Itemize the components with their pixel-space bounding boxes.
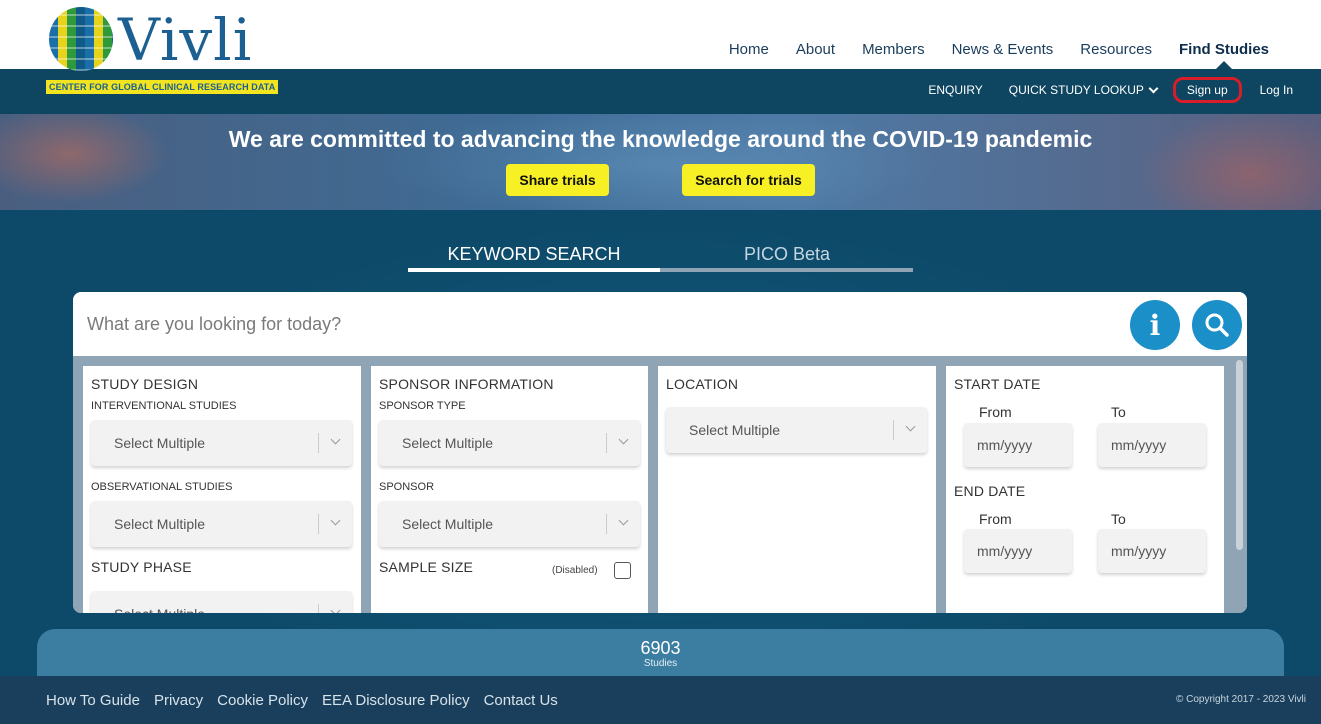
study-design-column: STUDY DESIGN INTERVENTIONAL STUDIES Sele…	[83, 366, 361, 613]
sample-size-checkbox[interactable]	[614, 562, 631, 579]
observational-label: OBSERVATIONAL STUDIES	[91, 481, 233, 493]
search-button[interactable]	[1192, 300, 1242, 350]
study-phase-heading: STUDY PHASE	[91, 559, 192, 575]
chevron-down-icon	[330, 515, 341, 526]
start-date-to-input[interactable]: mm/yyyy	[1098, 423, 1206, 467]
footer: How To Guide Privacy Cookie Policy EEA D…	[0, 676, 1321, 724]
main-nav: Home About Members News & Events Resourc…	[729, 41, 1269, 69]
location-column: LOCATION Select Multiple	[658, 366, 936, 613]
dates-column: START DATE From To mm/yyyy mm/yyyy END D…	[946, 366, 1224, 613]
covid-banner: We are committed to advancing the knowle…	[0, 114, 1321, 210]
chevron-down-icon	[1148, 83, 1159, 93]
info-button[interactable]: i	[1130, 300, 1180, 350]
enquiry-link[interactable]: ENQUIRY	[928, 83, 982, 97]
footer-cookie-policy[interactable]: Cookie Policy	[217, 692, 308, 709]
start-to-label: To	[1111, 404, 1126, 420]
select-separator	[893, 420, 894, 440]
sign-up-button[interactable]: Sign up	[1172, 77, 1242, 103]
globe-logo-icon	[49, 7, 113, 71]
sponsor-select-placeholder: Select Multiple	[402, 516, 494, 532]
nav-news-events[interactable]: News & Events	[952, 41, 1054, 58]
nav-home[interactable]: Home	[729, 41, 769, 58]
start-date-from-input[interactable]: mm/yyyy	[964, 423, 1072, 467]
sponsor-type-label: SPONSOR TYPE	[379, 400, 466, 412]
logo-tagline: CENTER FOR GLOBAL CLINICAL RESEARCH DATA	[46, 80, 279, 94]
select-separator	[606, 514, 607, 534]
active-tab-indicator	[408, 268, 660, 272]
search-card: i STUDY DESIGN INTERVENTIONAL STUDIES Se…	[73, 292, 1247, 613]
footer-privacy[interactable]: Privacy	[154, 692, 203, 709]
nav-members[interactable]: Members	[862, 41, 925, 58]
start-date-heading: START DATE	[954, 376, 1041, 392]
secondary-nav: ENQUIRY QUICK STUDY LOOKUP Sign up Log I…	[928, 77, 1293, 103]
tab-pico-beta[interactable]: PICO Beta	[661, 244, 913, 271]
nav-find-studies[interactable]: Find Studies	[1179, 41, 1269, 69]
banner-title: We are committed to advancing the knowle…	[228, 126, 1093, 152]
start-from-label: From	[979, 404, 1012, 420]
copyright: © Copyright 2017 - 2023 Vivli	[1175, 694, 1306, 705]
sponsor-information-heading: SPONSOR INFORMATION	[379, 376, 554, 392]
vivli-logo[interactable]: Vivli CENTER FOR GLOBAL CLINICAL RESEARC…	[46, 6, 279, 96]
study-phase-select-placeholder: Select Multiple	[114, 606, 205, 613]
select-separator	[606, 433, 607, 453]
chevron-down-icon	[330, 434, 341, 445]
location-heading: LOCATION	[666, 376, 739, 392]
quick-study-lookup-menu[interactable]: QUICK STUDY LOOKUP	[1008, 83, 1159, 97]
chevron-down-icon	[618, 434, 629, 445]
end-date-to-placeholder: mm/yyyy	[1111, 543, 1167, 559]
sponsor-label: SPONSOR	[379, 481, 435, 493]
end-date-heading: END DATE	[954, 483, 1026, 499]
study-count: 6903	[640, 638, 681, 658]
sponsor-type-select-placeholder: Select Multiple	[402, 435, 494, 451]
chevron-down-icon	[330, 605, 341, 613]
search-icon	[1205, 313, 1229, 337]
footer-links: How To Guide Privacy Cookie Policy EEA D…	[46, 692, 558, 709]
start-date-to-placeholder: mm/yyyy	[1111, 437, 1167, 453]
interventional-select-placeholder: Select Multiple	[114, 435, 206, 451]
select-separator	[318, 604, 319, 613]
info-icon: i	[1149, 308, 1161, 342]
sponsor-information-column: SPONSOR INFORMATION SPONSOR TYPE Select …	[371, 366, 648, 613]
tab-underline	[408, 268, 913, 272]
footer-how-to-guide[interactable]: How To Guide	[46, 692, 140, 709]
share-trials-button[interactable]: Share trials	[506, 164, 609, 196]
log-in-link[interactable]: Log In	[1260, 83, 1293, 97]
end-to-label: To	[1111, 511, 1126, 527]
study-design-heading: STUDY DESIGN	[91, 376, 199, 392]
interventional-label: INTERVENTIONAL STUDIES	[91, 400, 237, 412]
quick-study-lookup-label: QUICK STUDY LOOKUP	[1008, 83, 1144, 97]
end-from-label: From	[979, 511, 1012, 527]
end-date-to-input[interactable]: mm/yyyy	[1098, 529, 1206, 573]
location-select-placeholder: Select Multiple	[689, 422, 781, 438]
observational-select-placeholder: Select Multiple	[114, 516, 206, 532]
sponsor-select[interactable]: Select Multiple	[379, 501, 640, 547]
study-phase-select[interactable]: Select Multiple	[91, 591, 352, 613]
filter-scrollbar[interactable]	[1236, 360, 1243, 550]
sponsor-type-select[interactable]: Select Multiple	[379, 420, 640, 466]
footer-eea-disclosure[interactable]: EEA Disclosure Policy	[322, 692, 470, 709]
search-input[interactable]	[87, 312, 1117, 336]
end-date-from-placeholder: mm/yyyy	[977, 543, 1033, 559]
sample-size-heading: SAMPLE SIZE	[379, 559, 474, 575]
chevron-down-icon	[905, 421, 916, 432]
interventional-select[interactable]: Select Multiple	[91, 420, 352, 466]
nav-about[interactable]: About	[796, 41, 835, 58]
observational-select[interactable]: Select Multiple	[91, 501, 352, 547]
logo-wordmark: Vivli	[118, 6, 253, 74]
search-for-trials-button[interactable]: Search for trials	[682, 164, 815, 196]
sample-size-disabled-label: (Disabled)	[552, 565, 598, 576]
select-separator	[318, 514, 319, 534]
start-date-from-placeholder: mm/yyyy	[977, 437, 1033, 453]
top-header: Vivli CENTER FOR GLOBAL CLINICAL RESEARC…	[0, 0, 1321, 94]
chevron-down-icon	[618, 515, 629, 526]
search-area: KEYWORD SEARCH PICO Beta i STUDY DESIGN …	[0, 210, 1321, 676]
filter-panel: STUDY DESIGN INTERVENTIONAL STUDIES Sele…	[73, 356, 1247, 613]
footer-contact-us[interactable]: Contact Us	[484, 692, 558, 709]
select-separator	[318, 433, 319, 453]
tab-keyword-search[interactable]: KEYWORD SEARCH	[408, 244, 660, 271]
end-date-from-input[interactable]: mm/yyyy	[964, 529, 1072, 573]
study-count-label: Studies	[643, 658, 678, 669]
location-select[interactable]: Select Multiple	[666, 407, 927, 453]
nav-resources[interactable]: Resources	[1080, 41, 1152, 58]
